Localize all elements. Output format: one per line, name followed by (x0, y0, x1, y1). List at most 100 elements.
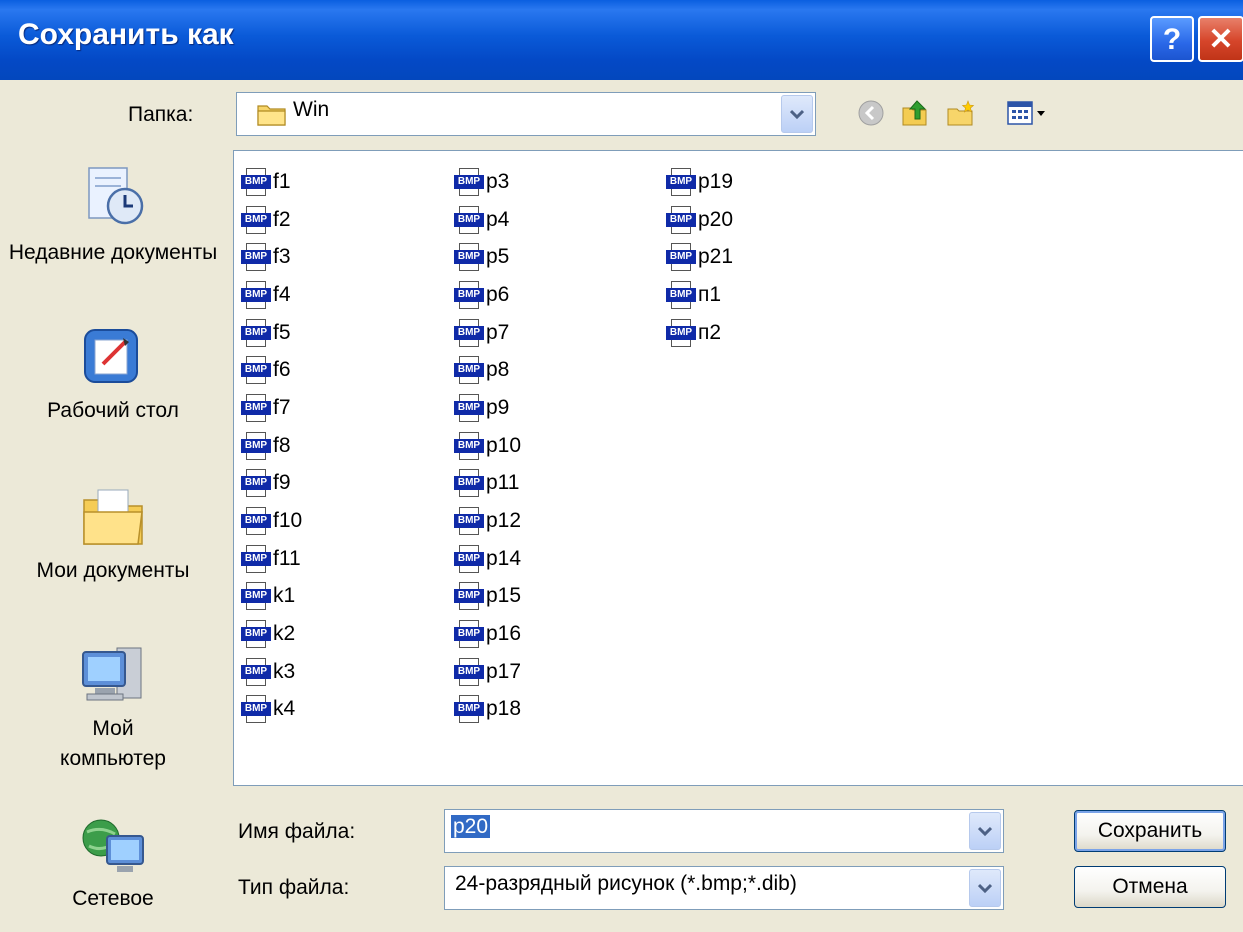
file-item[interactable]: BMP f9 (241, 465, 302, 503)
bmp-file-icon: BMP (241, 507, 271, 536)
file-name: f11 (273, 546, 301, 570)
file-list[interactable]: BMP f1 BMP f2 BMP f3 BMP f4 BMP f5 BMP f6 BMP f7 BMP f8… (233, 150, 1243, 786)
save-button[interactable]: Сохранить (1074, 810, 1226, 852)
filename-dropdown-button[interactable] (969, 812, 1001, 850)
bmp-file-icon: BMP (241, 620, 271, 649)
file-item[interactable]: BMP f8 (241, 427, 302, 465)
place-my-computer[interactable]: Мой компьютер (0, 638, 226, 774)
bmp-file-icon: BMP (666, 318, 696, 347)
file-item[interactable]: BMP f3 (241, 238, 302, 276)
bmp-file-icon: BMP (454, 205, 484, 234)
file-name: p5 (486, 245, 510, 269)
file-name: k2 (273, 622, 296, 646)
file-name: f3 (273, 245, 291, 269)
file-item[interactable]: BMP p17 (454, 653, 521, 691)
file-item[interactable]: BMP f1 (241, 163, 302, 201)
bmp-file-icon: BMP (241, 582, 271, 611)
file-name: p4 (486, 207, 510, 231)
file-name: f7 (273, 395, 291, 419)
view-menu-icon[interactable] (1006, 98, 1050, 128)
filetype-value: 24-разрядный рисунок (*.bmp;*.dib) (455, 872, 797, 895)
file-item[interactable]: BMP п1 (666, 276, 733, 314)
file-item[interactable]: BMP p15 (454, 578, 521, 616)
help-button[interactable]: ? (1150, 16, 1194, 62)
file-name: p12 (486, 509, 522, 533)
file-item[interactable]: BMP f6 (241, 351, 302, 389)
dialog-title: Сохранить как (18, 18, 234, 51)
file-item[interactable]: BMP p5 (454, 238, 521, 276)
file-item[interactable]: BMP p9 (454, 389, 521, 427)
place-network[interactable]: Сетевое (0, 814, 226, 914)
file-name: p3 (486, 169, 510, 193)
file-item[interactable]: BMP f5 (241, 314, 302, 352)
file-name: p9 (486, 395, 510, 419)
back-icon[interactable] (856, 98, 886, 128)
bmp-file-icon: BMP (241, 167, 271, 196)
file-item[interactable]: BMP p7 (454, 314, 521, 352)
file-item[interactable]: BMP k4 (241, 691, 302, 729)
place-desktop[interactable]: Рабочий стол (0, 324, 226, 426)
place-my-documents[interactable]: Мои документы (0, 482, 226, 586)
place-recent-documents[interactable]: Недавние документы (0, 164, 226, 268)
file-name: f4 (273, 282, 291, 306)
file-name: f5 (273, 320, 291, 344)
filename-input[interactable]: p20 (451, 815, 491, 838)
bmp-file-icon: BMP (454, 318, 484, 347)
place-desktop-label: Рабочий стол (47, 399, 179, 422)
file-item[interactable]: BMP p14 (454, 540, 521, 578)
bmp-file-icon: BMP (241, 393, 271, 422)
file-item[interactable]: BMP f11 (241, 540, 302, 578)
folder-dropdown-button[interactable] (781, 95, 813, 133)
file-name: k1 (273, 584, 296, 608)
cancel-button[interactable]: Отмена (1074, 866, 1226, 908)
file-item[interactable]: BMP p18 (454, 691, 521, 729)
network-icon (82, 819, 144, 872)
file-item[interactable]: BMP k2 (241, 615, 302, 653)
file-item[interactable]: BMP f10 (241, 502, 302, 540)
file-name: п2 (698, 320, 722, 344)
file-name: p11 (486, 471, 520, 495)
bmp-file-icon: BMP (454, 167, 484, 196)
bmp-file-icon: BMP (241, 431, 271, 460)
filename-combo[interactable]: p20 (444, 809, 1004, 853)
file-name: f10 (273, 509, 303, 533)
file-name: p15 (486, 584, 522, 608)
save-as-dialog: Сохранить как ? ✕ Папка: Win Недавние до… (0, 0, 1243, 932)
bmp-file-icon: BMP (241, 318, 271, 347)
title-bar[interactable]: Сохранить как ? ✕ (0, 0, 1243, 80)
file-item[interactable]: BMP f7 (241, 389, 302, 427)
bmp-file-icon: BMP (454, 507, 484, 536)
file-item[interactable]: BMP f4 (241, 276, 302, 314)
place-my-documents-label: Мои документы (36, 559, 190, 582)
filetype-dropdown-button[interactable] (969, 869, 1001, 907)
my-documents-icon (83, 489, 143, 545)
file-item[interactable]: BMP f2 (241, 201, 302, 239)
file-item[interactable]: BMP p11 (454, 465, 521, 503)
folder-label: Папка: (128, 103, 194, 126)
file-item[interactable]: BMP p4 (454, 201, 521, 239)
file-item[interactable]: BMP p16 (454, 615, 521, 653)
file-item[interactable]: BMP p19 (666, 163, 733, 201)
file-name: k4 (273, 697, 296, 721)
file-item[interactable]: BMP п2 (666, 314, 733, 352)
file-name: f8 (273, 433, 291, 457)
file-name: f2 (273, 207, 291, 231)
bmp-file-icon: BMP (241, 695, 271, 724)
file-item[interactable]: BMP p10 (454, 427, 521, 465)
new-folder-icon[interactable] (946, 98, 976, 128)
file-item[interactable]: BMP p8 (454, 351, 521, 389)
up-folder-icon[interactable] (900, 98, 930, 128)
filetype-combo[interactable]: 24-разрядный рисунок (*.bmp;*.dib) (444, 866, 1004, 910)
file-item[interactable]: BMP k3 (241, 653, 302, 691)
file-item[interactable]: BMP p3 (454, 163, 521, 201)
place-recent-documents-label: Недавние документы (8, 241, 218, 264)
file-item[interactable]: BMP p6 (454, 276, 521, 314)
folder-combo[interactable]: Win (236, 92, 816, 136)
file-item[interactable]: BMP p12 (454, 502, 521, 540)
file-item[interactable]: BMP p20 (666, 201, 733, 239)
file-item[interactable]: BMP k1 (241, 578, 302, 616)
close-button[interactable]: ✕ (1198, 16, 1243, 62)
file-name: p21 (698, 245, 734, 269)
bmp-file-icon: BMP (454, 657, 484, 686)
file-item[interactable]: BMP p21 (666, 238, 733, 276)
